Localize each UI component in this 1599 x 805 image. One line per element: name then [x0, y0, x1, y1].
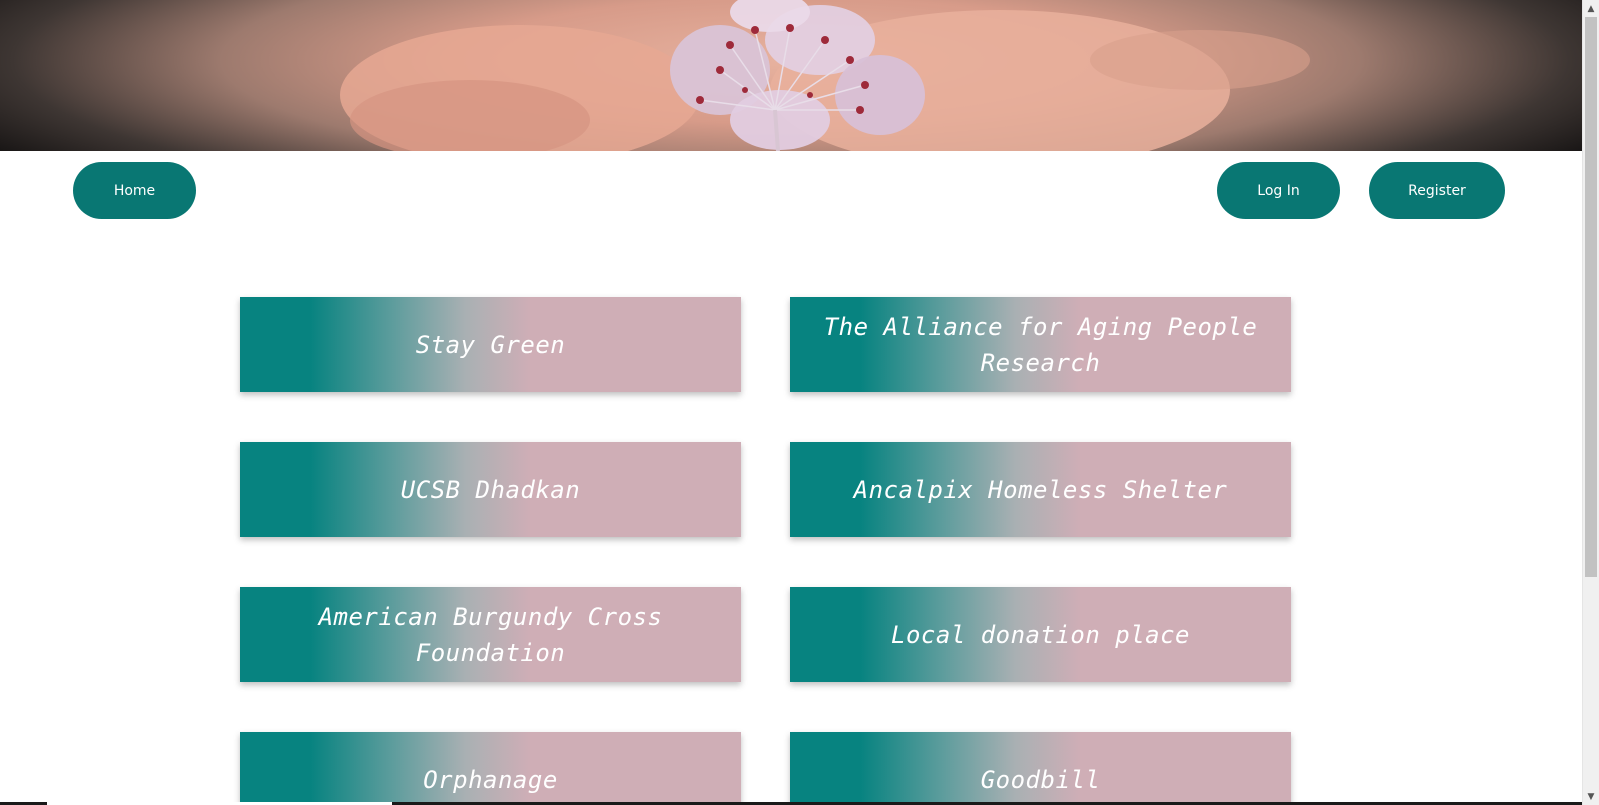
organization-name: Stay Green	[415, 330, 566, 359]
organization-name: Goodbill	[980, 765, 1101, 794]
flower-illustration	[340, 0, 1310, 151]
organization-name: The Alliance for Aging People Research	[823, 312, 1258, 377]
chevron-down-icon[interactable]: ▼	[1583, 788, 1599, 805]
organization-name: Orphanage	[423, 765, 558, 794]
hero-banner-image	[0, 0, 1582, 151]
home-button[interactable]: Home	[73, 162, 196, 219]
organization-card[interactable]: Stay Green	[240, 297, 741, 392]
vertical-scrollbar[interactable]: ▲ ▼	[1582, 0, 1599, 805]
page: Home Log In Register Stay Green The Alli…	[0, 0, 1582, 805]
organization-name: Ancalpix Homeless Shelter	[853, 475, 1228, 504]
organization-name: American Burgundy Cross Foundation	[318, 602, 663, 667]
organization-card[interactable]: Orphanage	[240, 732, 741, 805]
organization-card[interactable]: UCSB Dhadkan	[240, 442, 741, 537]
scrollbar-thumb[interactable]	[1585, 17, 1597, 577]
register-button[interactable]: Register	[1369, 162, 1505, 219]
organization-card[interactable]: Local donation place	[790, 587, 1291, 682]
organization-card[interactable]: The Alliance for Aging People Research	[790, 297, 1291, 392]
organization-name: Local donation place	[891, 620, 1190, 649]
organization-name: UCSB Dhadkan	[400, 475, 581, 504]
login-button[interactable]: Log In	[1217, 162, 1340, 219]
organization-card[interactable]: Ancalpix Homeless Shelter	[790, 442, 1291, 537]
chevron-up-icon[interactable]: ▲	[1583, 0, 1599, 17]
organization-card[interactable]: American Burgundy Cross Foundation	[240, 587, 741, 682]
organization-card[interactable]: Goodbill	[790, 732, 1291, 805]
